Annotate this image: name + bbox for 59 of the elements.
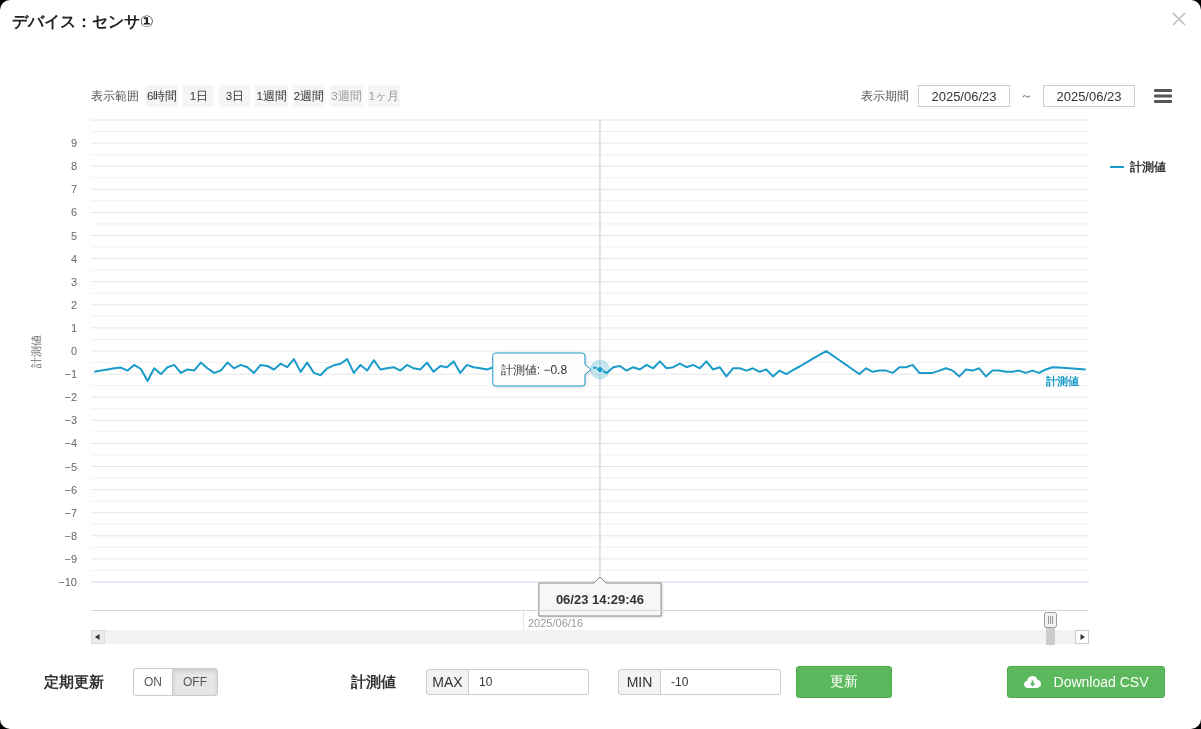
y-axis-title: 計測値 <box>30 334 42 368</box>
y-axis-label: 8 <box>70 160 77 173</box>
y-axis-label: 5 <box>70 229 77 242</box>
y-axis-label: −6 <box>64 483 77 496</box>
y-axis-label: 3 <box>70 275 77 288</box>
legend-label[interactable]: 計測値 <box>1130 160 1166 174</box>
value-tooltip: 計測値: −0.8 <box>492 352 592 387</box>
max-field[interactable]: 10 <box>469 669 589 695</box>
y-axis-label: 2 <box>70 298 77 311</box>
navigator-handle[interactable] <box>1044 612 1057 628</box>
min-label: MIN <box>618 669 661 695</box>
time-tooltip: 06/23 14:29:46 <box>538 576 662 617</box>
y-axis-label: 0 <box>70 345 77 357</box>
range-separator: ～ <box>1020 87 1033 105</box>
y-axis-label: 1 <box>70 321 77 334</box>
range-label: 表示範囲 <box>91 88 139 104</box>
close-button[interactable] <box>1172 12 1186 26</box>
y-axis-label: −7 <box>64 506 77 519</box>
close-icon <box>1172 12 1186 26</box>
scrollbar-thumb[interactable] <box>1046 628 1055 645</box>
hover-point-icon <box>590 359 610 380</box>
x-tick-label: 06/23 14:29:46 <box>555 592 645 607</box>
menu-button[interactable] <box>1154 89 1172 103</box>
y-axis-label: −3 <box>64 414 77 427</box>
dialog-title: デバイス：センサ① <box>12 12 154 32</box>
right-arrow-icon <box>1080 634 1085 640</box>
auto-update-label: 定期更新 <box>44 672 104 692</box>
value-range-label: 計測値 <box>351 672 396 692</box>
range-button[interactable]: 2週間 <box>292 85 326 107</box>
y-axis-label: −1 <box>64 368 77 381</box>
range-button[interactable]: 3日 <box>219 85 251 107</box>
y-axis-label: −8 <box>64 529 77 542</box>
range-button[interactable]: 1週間 <box>255 85 288 107</box>
date-field[interactable]: 2025/06/23 <box>918 85 1010 107</box>
annotation: 計測値: −0.8 <box>500 362 568 377</box>
period-label: 表示期間 <box>861 88 909 104</box>
left-arrow-icon <box>95 634 100 640</box>
y-axis-label: −5 <box>64 460 77 473</box>
y-axis-label: 9 <box>70 137 77 150</box>
date-field[interactable]: 2025/06/23 <box>1043 85 1135 107</box>
menu-icon <box>1154 89 1172 103</box>
y-axis-label: −2 <box>64 391 77 404</box>
max-label: MAX <box>426 669 469 695</box>
series-label: 計測値 <box>1046 375 1079 387</box>
scroll-right-button[interactable] <box>1075 630 1089 644</box>
navigator-date-label: 2025/06/16 <box>528 617 584 629</box>
y-axis-label: 4 <box>70 252 77 265</box>
y-axis-label: −4 <box>64 437 77 450</box>
cloud-download-icon <box>1023 675 1041 689</box>
y-axis-label: −9 <box>64 552 77 565</box>
toggle-button[interactable]: OFF <box>172 668 218 696</box>
range-button[interactable]: 1日 <box>183 85 215 107</box>
min-field[interactable]: -10 <box>661 669 781 695</box>
y-axis-label: −10 <box>58 576 77 588</box>
y-axis-label: 7 <box>70 183 77 196</box>
scroll-left-button[interactable] <box>91 630 105 644</box>
range-button[interactable]: 6時間 <box>146 85 179 107</box>
y-axis-label: 6 <box>70 206 77 219</box>
toggle-button[interactable]: ON <box>133 668 173 696</box>
